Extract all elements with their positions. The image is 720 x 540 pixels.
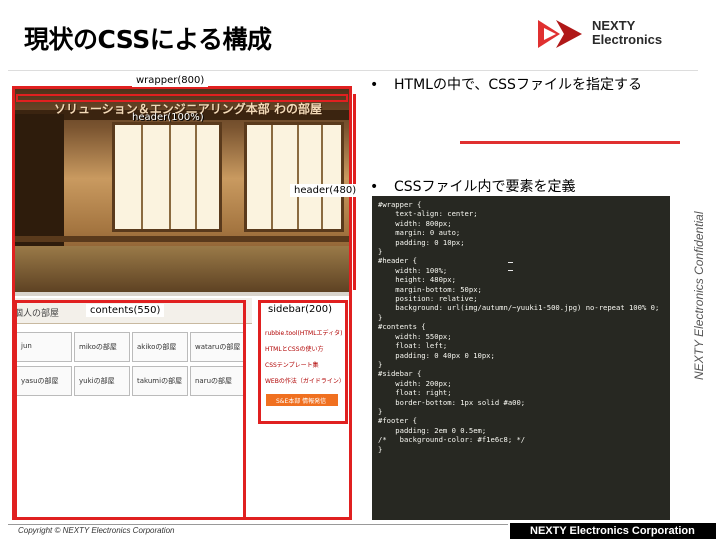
brand-line1: NEXTY [592, 18, 636, 33]
code-line: } [378, 359, 383, 369]
brand-mark-icon [538, 20, 582, 48]
wrapper-label: wrapper(800) [132, 74, 209, 87]
code-line: } [378, 247, 383, 257]
decor-dash [508, 270, 513, 271]
copyright-text: Copyright © NEXTY Electronics Corporatio… [18, 526, 175, 535]
confidential-notice: NEXTY Electronics Confidential [692, 211, 706, 380]
decor-dash [508, 262, 513, 263]
code-line: float: right; [378, 388, 452, 398]
code-line: background: url(img/autumn/~yuuki1-500.j… [378, 303, 660, 313]
sidebar-outline [258, 300, 348, 424]
bullet-css-define: • CSSファイル内で要素を定義 [370, 179, 576, 195]
code-line: #contents { [378, 322, 426, 332]
code-line: margin: 0 auto; [378, 228, 461, 238]
bullet-html-css: • HTMLの中で、CSSファイルを指定する [370, 77, 642, 93]
brand-name: NEXTY Electronics [592, 19, 662, 47]
code-line: padding: 0 40px 0 10px; [378, 350, 495, 360]
css-code-block: #wrapper { text-align: center; width: 80… [372, 196, 670, 520]
code-line: padding: 0 10px; [378, 237, 465, 247]
code-line: #header { [378, 256, 417, 266]
code-line: height: 480px; [378, 275, 456, 285]
slide-title: 現状のCSSによる構成 [24, 25, 272, 54]
code-line: } [378, 444, 383, 454]
code-line: #sidebar { [378, 369, 422, 379]
code-line: width: 200px; [378, 378, 452, 388]
code-line: #footer { [378, 416, 417, 426]
code-line: width: 100%; [378, 265, 448, 275]
code-line: float: left; [378, 341, 448, 351]
code-line: text-align: center; [378, 209, 478, 219]
footer-company: NEXTY Electronics Corporation [530, 525, 695, 537]
contents-outline [14, 300, 246, 520]
code-line: border-bottom: 1px solid #a00; [378, 397, 526, 407]
sidebar-label: sidebar(200) [264, 303, 336, 316]
code-line: position: relative; [378, 294, 478, 304]
brand-line2: Electronics [592, 32, 663, 47]
code-line: width: 550px; [378, 331, 452, 341]
code-line: #wrapper { [378, 200, 422, 209]
contents-label: contents(550) [86, 304, 165, 317]
code-line: margin-bottom: 50px; [378, 284, 482, 294]
header-width-outline [16, 94, 348, 102]
footer-divider [8, 524, 508, 525]
header-height-label: header(480) [290, 184, 361, 197]
header-divider [8, 70, 698, 71]
footer-company-bar: NEXTY Electronics Corporation [510, 523, 716, 539]
accent-rule [460, 141, 680, 144]
company-logo: NEXTY Electronics [536, 12, 686, 58]
code-line: width: 800px; [378, 218, 452, 228]
code-line: padding: 2em 0 0.5em; [378, 425, 487, 435]
code-line: /* background-color: #f1e6c8; */ [378, 435, 526, 445]
header-width-label: header(100%) [132, 112, 204, 123]
code-line: } [378, 406, 383, 416]
code-line: } [378, 312, 383, 322]
